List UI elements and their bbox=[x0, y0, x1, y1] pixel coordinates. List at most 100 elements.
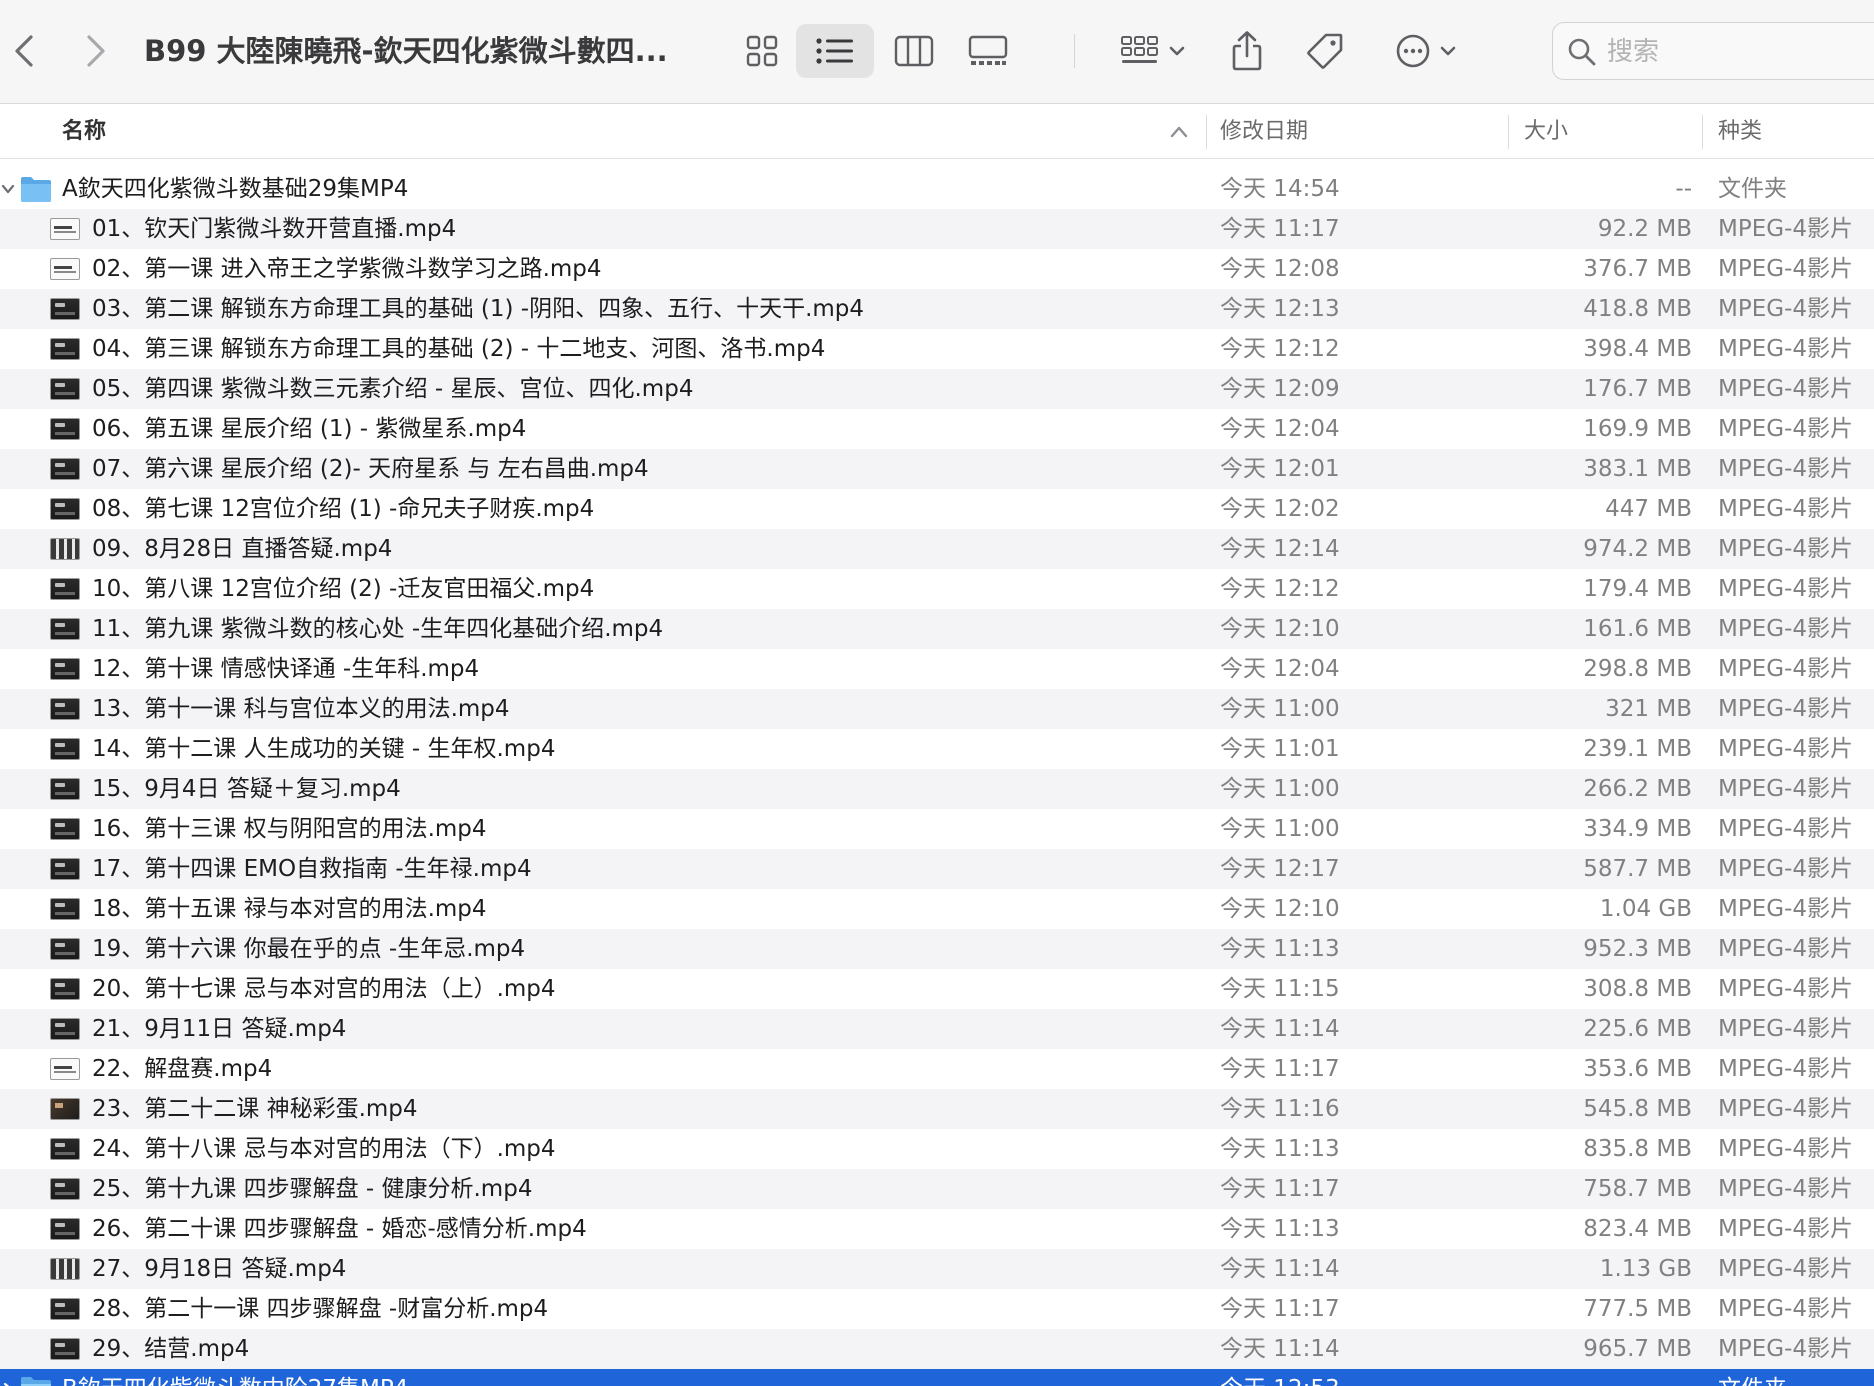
file-kind: MPEG-4影片 bbox=[1718, 456, 1854, 482]
file-name: 06、第五课 星辰介绍 (1) - 紫微星系.mp4 bbox=[92, 416, 527, 442]
search-input[interactable] bbox=[1607, 33, 1867, 71]
column-divider[interactable] bbox=[1702, 115, 1703, 149]
video-thumbnail-icon bbox=[50, 1258, 80, 1280]
file-row[interactable]: 20、第十七课 忌与本对宫的用法（上）.mp4 今天 11:15 308.8 MB M… bbox=[0, 969, 1874, 1009]
file-row[interactable]: 15、9月4日 答疑＋复习.mp4 今天 11:00 266.2 MB MPEG-4影… bbox=[0, 769, 1874, 809]
file-name: B欽天四化紫微斗数中阶27集MP4 bbox=[62, 1369, 408, 1386]
column-divider[interactable] bbox=[1206, 115, 1207, 149]
file-row[interactable]: 10、第八课 12宫位介绍 (2) -迁友官田福父.mp4 今天 12:12 179… bbox=[0, 569, 1874, 609]
search-field[interactable] bbox=[1552, 22, 1874, 80]
group-button[interactable] bbox=[1114, 26, 1192, 76]
file-row[interactable]: 29、结营.mp4 今天 11:14 965.7 MB MPEG-4影片 bbox=[0, 1329, 1874, 1369]
modified-date: 今天 11:01 bbox=[1220, 736, 1340, 762]
file-row[interactable]: 14、第十二课 人生成功的关键 - 生年权.mp4 今天 11:01 239.1 M… bbox=[0, 729, 1874, 769]
file-size: 383.1 MB bbox=[1583, 456, 1692, 482]
modified-date: 今天 11:16 bbox=[1220, 1096, 1340, 1122]
search-icon bbox=[1568, 38, 1596, 66]
file-row[interactable]: 18、第十五课 禄与本对宫的用法.mp4 今天 12:10 1.04 GB MPEG-… bbox=[0, 889, 1874, 929]
share-icon bbox=[1232, 31, 1262, 71]
ellipsis-circle-icon bbox=[1396, 34, 1430, 68]
chevron-left-icon bbox=[15, 35, 33, 67]
file-size: 823.4 MB bbox=[1583, 1216, 1692, 1242]
file-row[interactable]: 28、第二十一课 四步骤解盘 -财富分析.mp4 今天 11:17 777.5 MB… bbox=[0, 1289, 1874, 1329]
tag-button[interactable] bbox=[1302, 26, 1348, 76]
file-row[interactable]: 12、第十课 情感快译通 -生年科.mp4 今天 12:04 298.8 MB MPE… bbox=[0, 649, 1874, 689]
file-row[interactable]: 23、第二十二课 神秘彩蛋.mp4 今天 11:16 545.8 MB MPEG-4影… bbox=[0, 1089, 1874, 1129]
file-size: 376.7 MB bbox=[1583, 256, 1692, 282]
file-row[interactable]: 17、第十四课 EMO自救指南 -生年禄.mp4 今天 12:17 587.7 MB… bbox=[0, 849, 1874, 889]
modified-date: 今天 12:17 bbox=[1220, 856, 1340, 882]
file-name: 29、结营.mp4 bbox=[92, 1336, 250, 1362]
file-row[interactable]: 08、第七课 12宫位介绍 (1) -命兄夫子财疾.mp4 今天 12:02 447… bbox=[0, 489, 1874, 529]
disclosure-chevron-right-icon[interactable] bbox=[0, 1381, 16, 1386]
tag-icon bbox=[1307, 33, 1343, 69]
file-name: 02、第一课 进入帝王之学紫微斗数学习之路.mp4 bbox=[92, 256, 602, 282]
file-size: 321 MB bbox=[1605, 696, 1692, 722]
column-header-date[interactable]: 修改日期 bbox=[1220, 105, 1308, 159]
file-row[interactable]: 16、第十三课 权与阴阳宫的用法.mp4 今天 11:00 334.9 MB MPEG… bbox=[0, 809, 1874, 849]
file-size: 758.7 MB bbox=[1583, 1176, 1692, 1202]
modified-date: 今天 11:13 bbox=[1220, 936, 1340, 962]
file-row[interactable]: 06、第五课 星辰介绍 (1) - 紫微星系.mp4 今天 12:04 169.9 … bbox=[0, 409, 1874, 449]
file-row[interactable]: 22、解盘赛.mp4 今天 11:17 353.6 MB MPEG-4影片 bbox=[0, 1049, 1874, 1089]
video-thumbnail-icon bbox=[50, 1018, 80, 1040]
file-size: 952.3 MB bbox=[1583, 936, 1692, 962]
chevron-down-icon bbox=[1169, 46, 1185, 56]
file-row[interactable]: 26、第二十课 四步骤解盘 - 婚恋-感情分析.mp4 今天 11:13 823.4… bbox=[0, 1209, 1874, 1249]
modified-date: 今天 12:53 bbox=[1220, 1369, 1340, 1386]
file-kind: MPEG-4影片 bbox=[1718, 936, 1854, 962]
column-header-name[interactable]: 名称 bbox=[62, 105, 106, 159]
file-size: 398.4 MB bbox=[1583, 336, 1692, 362]
file-row[interactable]: 13、第十一课 科与宫位本义的用法.mp4 今天 11:00 321 MB MPEG-… bbox=[0, 689, 1874, 729]
file-row[interactable]: 21、9月11日 答疑.mp4 今天 11:14 225.6 MB MPEG-4影片 bbox=[0, 1009, 1874, 1049]
file-row[interactable]: 02、第一课 进入帝王之学紫微斗数学习之路.mp4 今天 12:08 376.7 M… bbox=[0, 249, 1874, 289]
folder-row[interactable]: A欽天四化紫微斗数基础29集MP4 今天 14:54 -- 文件夹 bbox=[0, 169, 1874, 209]
file-size: 308.8 MB bbox=[1583, 976, 1692, 1002]
file-row[interactable]: 09、8月28日 直播答疑.mp4 今天 12:14 974.2 MB MPEG-4影… bbox=[0, 529, 1874, 569]
file-row[interactable]: 27、9月18日 答疑.mp4 今天 11:14 1.13 GB MPEG-4影片 bbox=[0, 1249, 1874, 1289]
file-row[interactable]: 24、第十八课 忌与本对宫的用法（下）.mp4 今天 11:13 835.8 MB M… bbox=[0, 1129, 1874, 1169]
sort-ascending-icon[interactable] bbox=[1168, 123, 1190, 141]
back-button[interactable] bbox=[4, 26, 44, 76]
selected-folder-row[interactable]: B欽天四化紫微斗数中阶27集MP4 今天 12:53 文件夹 bbox=[0, 1369, 1874, 1386]
column-view-button[interactable] bbox=[888, 26, 940, 76]
file-row[interactable]: 01、钦天门紫微斗数开营直播.mp4 今天 11:17 92.2 MB MPEG-4影… bbox=[0, 209, 1874, 249]
column-header-size[interactable]: 大小 bbox=[1524, 105, 1568, 159]
share-button[interactable] bbox=[1226, 24, 1268, 78]
file-size: 176.7 MB bbox=[1583, 376, 1692, 402]
grid-icon bbox=[746, 35, 778, 67]
icon-view-button[interactable] bbox=[736, 26, 788, 76]
file-kind: 文件夹 bbox=[1718, 176, 1787, 202]
file-size: 965.7 MB bbox=[1583, 1336, 1692, 1362]
modified-date: 今天 11:00 bbox=[1220, 816, 1340, 842]
file-kind: MPEG-4影片 bbox=[1718, 616, 1854, 642]
video-thumbnail-icon bbox=[50, 738, 80, 760]
file-row[interactable]: 25、第十九课 四步骤解盘 - 健康分析.mp4 今天 11:17 758.7 MB… bbox=[0, 1169, 1874, 1209]
disclosure-chevron-down-icon[interactable] bbox=[0, 181, 16, 197]
modified-date: 今天 12:10 bbox=[1220, 896, 1340, 922]
gallery-view-button[interactable] bbox=[962, 26, 1014, 76]
file-size: 225.6 MB bbox=[1583, 1016, 1692, 1042]
file-row[interactable]: 07、第六课 星辰介绍 (2)- 天府星系 与 左右昌曲.mp4 今天 12:01… bbox=[0, 449, 1874, 489]
forward-button[interactable] bbox=[76, 26, 116, 76]
file-row[interactable]: 03、第二课 解锁东方命理工具的基础 (1) -阴阳、四象、五行、十天干.mp4… bbox=[0, 289, 1874, 329]
modified-date: 今天 11:00 bbox=[1220, 776, 1340, 802]
file-row[interactable]: 05、第四课 紫微斗数三元素介绍 - 星辰、宫位、四化.mp4 今天 12:09 1… bbox=[0, 369, 1874, 409]
window-title: B99 大陸陳曉飛-欽天四化紫微斗數四... bbox=[144, 34, 668, 68]
more-actions-button[interactable] bbox=[1388, 26, 1464, 76]
file-name: 26、第二十课 四步骤解盘 - 婚恋-感情分析.mp4 bbox=[92, 1216, 587, 1242]
file-name: 18、第十五课 禄与本对宫的用法.mp4 bbox=[92, 896, 487, 922]
column-header-kind[interactable]: 种类 bbox=[1718, 105, 1762, 159]
toolbar-separator bbox=[1074, 34, 1075, 68]
file-row[interactable]: 04、第三课 解锁东方命理工具的基础 (2) - 十二地支、河图、洛书.mp4 今… bbox=[0, 329, 1874, 369]
video-thumbnail-icon bbox=[50, 1098, 80, 1120]
list-view-button[interactable] bbox=[796, 24, 874, 78]
file-kind: MPEG-4影片 bbox=[1718, 256, 1854, 282]
file-size: 1.13 GB bbox=[1599, 1256, 1692, 1282]
video-thumbnail-icon bbox=[50, 1298, 80, 1320]
file-row[interactable]: 11、第九课 紫微斗数的核心处 -生年四化基础介绍.mp4 今天 12:10 161… bbox=[0, 609, 1874, 649]
video-thumbnail-icon bbox=[50, 458, 80, 480]
file-size: 587.7 MB bbox=[1583, 856, 1692, 882]
file-row[interactable]: 19、第十六课 你最在乎的点 -生年忌.mp4 今天 11:13 952.3 MB M… bbox=[0, 929, 1874, 969]
column-divider[interactable] bbox=[1508, 115, 1509, 149]
